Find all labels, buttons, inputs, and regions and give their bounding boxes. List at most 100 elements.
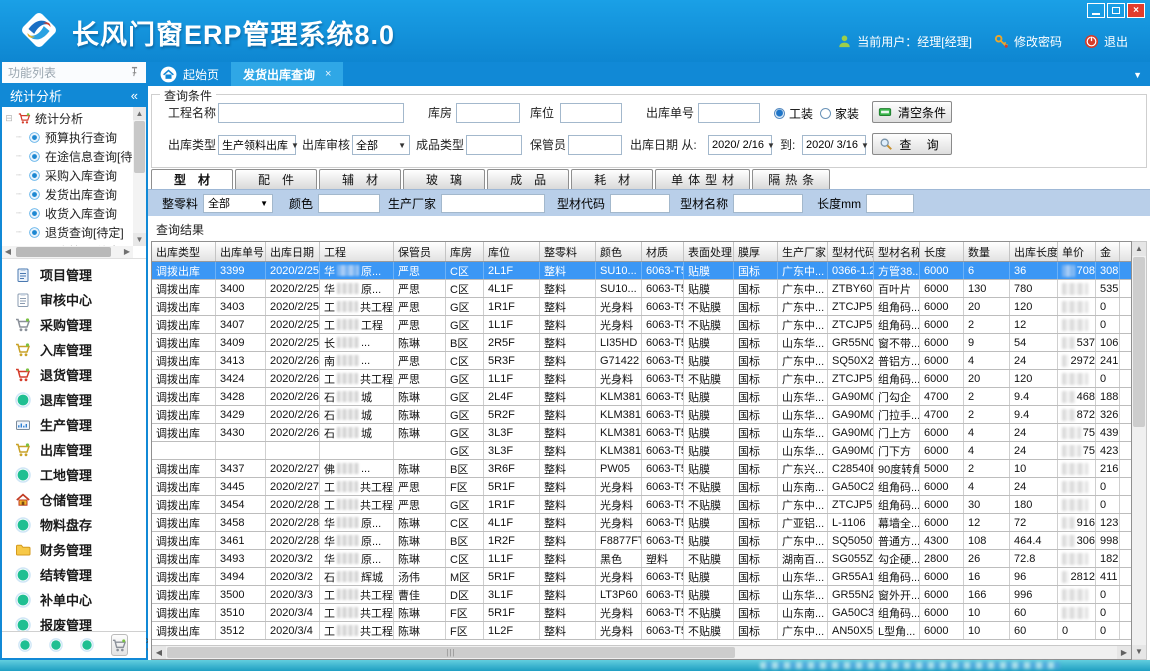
table-row[interactable]: 调拨出库35002020/3/3工共工程曹佳D区3L1F整料LT3P606063…	[152, 586, 1131, 604]
table-row[interactable]: 调拨出库34612020/2/28华原...陈琳B区1R2F整料F8877FT6…	[152, 532, 1131, 550]
column-header[interactable]: 保管员	[394, 242, 446, 261]
project-name-input[interactable]	[218, 103, 404, 123]
length-input[interactable]	[866, 194, 914, 213]
table-row[interactable]: 调拨出库34582020/2/28华原...陈琳C区4L1F整料光身料6063-…	[152, 514, 1131, 532]
tree-item[interactable]: ┈ 收货入库查询	[4, 204, 132, 223]
tree-root-statistics[interactable]: ⊟ 统计分析	[4, 109, 132, 128]
column-header[interactable]: 生产厂家	[778, 242, 828, 261]
column-header[interactable]: 材质	[642, 242, 684, 261]
minimize-button[interactable]	[1087, 3, 1105, 18]
scroll-thumb[interactable]: |||	[167, 647, 735, 658]
column-header[interactable]: 单价	[1058, 242, 1096, 261]
table-row[interactable]: 调拨出库34372020/2/27佛...陈琳B区3R6F整料PW056063-…	[152, 460, 1131, 478]
tree-item[interactable]: ┈ 在途信息查询[待	[4, 147, 132, 166]
scroll-right-icon[interactable]: ▶	[1117, 646, 1131, 659]
sidebar-item[interactable]: 退库管理	[2, 387, 146, 412]
change-password-button[interactable]: 修改密码	[994, 33, 1062, 50]
date-to-picker[interactable]: 2020/ 3/16▼	[802, 135, 866, 155]
sidebar-item[interactable]: 退货管理	[2, 362, 146, 387]
clear-conditions-button[interactable]: 清空条件	[872, 101, 952, 123]
location-input[interactable]	[560, 103, 622, 123]
table-row[interactable]: 调拨出库34282020/2/26石城陈琳G区2L4F整料KLM38176063…	[152, 388, 1131, 406]
dot-green-icon[interactable]	[18, 638, 32, 652]
tree-expander-icon[interactable]: ⊟	[4, 113, 14, 124]
radio-gongzhuang[interactable]: 工装	[774, 103, 813, 123]
table-row[interactable]: 调拨出库34072020/2/25工工程严思G区1L1F整料光身料6063-T5…	[152, 316, 1131, 334]
material-tab[interactable]: 耗材	[571, 169, 653, 189]
tab-list-caret-icon[interactable]: ▼	[1133, 70, 1142, 80]
radio-jiazhuang[interactable]: 家装	[820, 103, 859, 123]
color-input[interactable]	[318, 194, 380, 213]
sidebar-item[interactable]: 项目管理	[2, 262, 146, 287]
vendor-input[interactable]	[441, 194, 545, 213]
tree-item[interactable]: ┈ 采购入库查询	[4, 166, 132, 185]
sidebar-item[interactable]: 生产管理	[2, 412, 146, 437]
column-header[interactable]: 工程	[320, 242, 394, 261]
table-row[interactable]: 调拨出库33992020/2/25华原...严思C区2L1F整料SU10...6…	[152, 262, 1131, 280]
column-header[interactable]: 金	[1096, 242, 1120, 261]
logout-button[interactable]: 退出	[1084, 33, 1128, 50]
scroll-left-icon[interactable]: ◀	[152, 646, 166, 659]
sidebar-item[interactable]: 审核中心	[2, 287, 146, 312]
sidebar-item[interactable]: 入库管理	[2, 337, 146, 362]
sidebar-item[interactable]: 工地管理	[2, 462, 146, 487]
close-tab-icon[interactable]: ×	[325, 68, 331, 80]
table-row[interactable]: 调拨出库34452020/2/27工共工程严思F区5R1F整料光身料6063-T…	[152, 478, 1131, 496]
collapse-icon[interactable]: «	[131, 88, 138, 103]
cart-button[interactable]	[111, 634, 128, 656]
scroll-thumb[interactable]	[134, 121, 145, 173]
tab-home[interactable]: 起始页	[148, 62, 231, 86]
column-header[interactable]: 数量	[964, 242, 1010, 261]
column-header[interactable]: 型材名称	[874, 242, 920, 261]
table-row[interactable]: 调拨出库34092020/2/25长...陈琳B区2R5F整料LI35HD606…	[152, 334, 1131, 352]
scroll-left-icon[interactable]: ◀	[2, 246, 14, 258]
column-header[interactable]: 库位	[484, 242, 540, 261]
column-header[interactable]: 型材代码	[828, 242, 874, 261]
column-header[interactable]: 表面处理	[684, 242, 734, 261]
scroll-thumb[interactable]	[16, 247, 111, 257]
sidebar-item[interactable]: 采购管理	[2, 312, 146, 337]
tree-item[interactable]: ┈ 退货查询[待定]	[4, 223, 132, 242]
material-tab[interactable]: 型材	[151, 169, 233, 189]
scroll-right-icon[interactable]: ▶	[121, 246, 133, 258]
pin-icon[interactable]	[129, 66, 140, 80]
warehouse-input[interactable]	[456, 103, 520, 123]
material-tab[interactable]: 配件	[235, 169, 317, 189]
column-header[interactable]: 颜色	[596, 242, 642, 261]
material-tab[interactable]: 成品	[487, 169, 569, 189]
column-header[interactable]: 长度	[920, 242, 964, 261]
column-header[interactable]: 整零料	[540, 242, 596, 261]
sidebar-item[interactable]: 补单中心	[2, 587, 146, 612]
sidebar-item[interactable]: 财务管理	[2, 537, 146, 562]
keeper-input[interactable]	[568, 135, 622, 155]
table-row[interactable]: 调拨出库34002020/2/25华原...严思C区4L1F整料SU10...6…	[152, 280, 1131, 298]
tree-vertical-scrollbar[interactable]: ▲ ▼	[133, 107, 146, 246]
sidebar-item[interactable]: 出库管理	[2, 437, 146, 462]
scroll-thumb[interactable]	[1133, 257, 1145, 427]
scroll-down-icon[interactable]: ▼	[1132, 645, 1146, 659]
table-row[interactable]: 调拨出库34932020/3/2华原...陈琳C区1L1F整料黑色塑料不贴膜国标…	[152, 550, 1131, 568]
column-header[interactable]: 出库长度	[1010, 242, 1058, 261]
table-row[interactable]: 调拨出库35122020/3/4工共工程陈琳F区1L2F整料光身料6063-T5…	[152, 622, 1131, 640]
sidebar-section-statistics[interactable]: 统计分析 «	[2, 83, 146, 107]
dot-green-icon[interactable]	[49, 638, 63, 652]
table-row[interactable]: 调拨出库35102020/3/4工共工程陈琳F区5R1F整料光身料6063-T5…	[152, 604, 1131, 622]
scroll-down-icon[interactable]: ▼	[133, 233, 146, 246]
out-type-select[interactable]: 生产领料出库▼	[218, 135, 296, 155]
tree-item[interactable]: ┈ 预算执行查询	[4, 128, 132, 147]
column-header[interactable]: 膜厚	[734, 242, 778, 261]
material-tab[interactable]: 单体型材	[655, 169, 750, 189]
table-row[interactable]: G区3L3F整料KLM38176063-T5贴膜国标山东华...GA90M09.…	[152, 442, 1131, 460]
whole-select[interactable]: 全部▼	[203, 194, 273, 213]
dot-green-icon[interactable]	[80, 638, 94, 652]
maximize-button[interactable]	[1107, 3, 1125, 18]
table-vertical-scrollbar[interactable]: ▲ ▼	[1132, 241, 1147, 660]
table-row[interactable]: 调拨出库34302020/2/26石城陈琳G区3L3F整料KLM38176063…	[152, 424, 1131, 442]
table-row[interactable]: 调拨出库34542020/2/28工共工程严思G区1R1F整料光身料6063-T…	[152, 496, 1131, 514]
material-tab[interactable]: 玻璃	[403, 169, 485, 189]
table-row[interactable]: 调拨出库34132020/2/26南...严思C区5R3F整料G71422606…	[152, 352, 1131, 370]
profile-code-input[interactable]	[610, 194, 670, 213]
table-row[interactable]: 调拨出库34292020/2/26石城陈琳G区5R2F整料KLM38176063…	[152, 406, 1131, 424]
tab-active[interactable]: 发货出库查询 ×	[231, 62, 343, 86]
column-header[interactable]: 库房	[446, 242, 484, 261]
